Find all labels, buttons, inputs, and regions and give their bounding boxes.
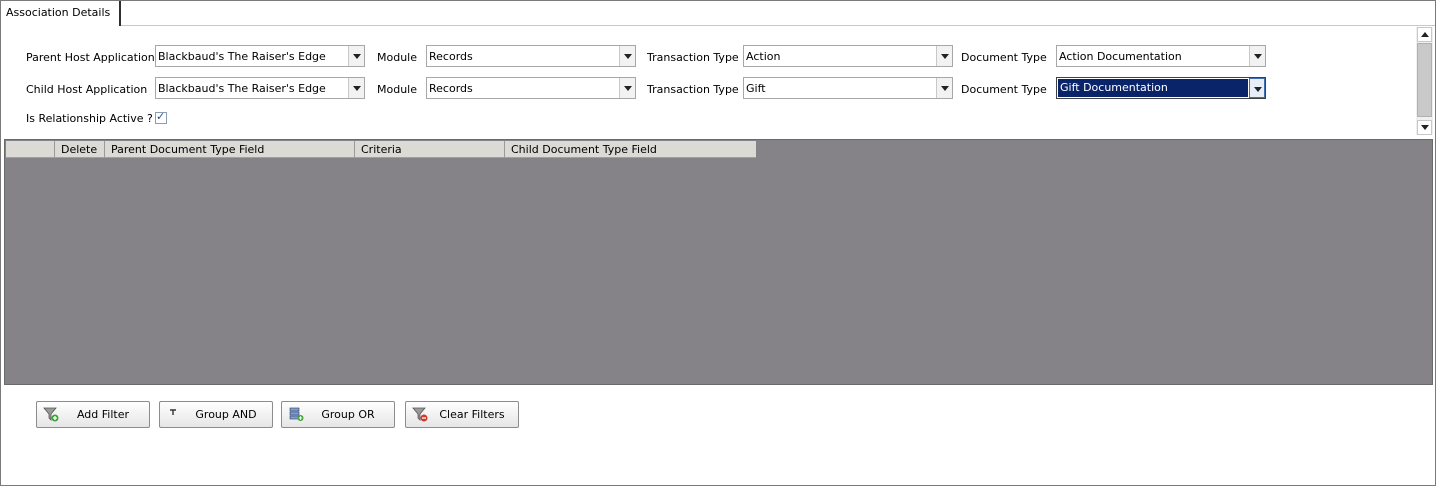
grid-header-parent-document-type-field[interactable]: Parent Document Type Field [105,141,355,158]
child-module-label: Module [377,83,417,96]
group-or-button[interactable]: Group OR [281,401,395,428]
form-vertical-scrollbar[interactable] [1416,27,1433,135]
grid-header-criteria[interactable]: Criteria [355,141,505,158]
relationship-active-checkbox[interactable]: ✓ [155,110,167,124]
scroll-up-icon[interactable] [1417,27,1432,42]
add-filter-button[interactable]: Add Filter [36,401,150,428]
group-or-icon [289,407,304,421]
filter-clear-icon [412,407,428,422]
grid-header: Delete Parent Document Type Field Criter… [6,141,756,158]
grid-header-selector [6,141,55,158]
tab-strip: Association Details [1,1,1435,27]
child-document-type-label: Document Type [961,83,1047,96]
chevron-down-icon[interactable] [348,78,364,98]
group-and-label: Group AND [195,408,257,421]
grid-header-delete[interactable]: Delete [55,141,105,158]
child-transaction-type-combo[interactable]: Gift [743,77,953,99]
tab-association-details[interactable]: Association Details [1,1,121,26]
group-or-label: Group OR [321,408,375,421]
association-details-window: Association Details Parent Host Applicat… [0,0,1436,486]
parent-transaction-type-combo[interactable]: Action [743,45,953,67]
chevron-down-icon[interactable] [1249,78,1265,98]
scrollbar-thumb[interactable] [1417,43,1432,117]
group-and-button[interactable]: Group AND [159,401,273,428]
chevron-down-icon[interactable] [936,46,952,66]
parent-module-label: Module [377,51,417,64]
chevron-down-icon[interactable] [348,46,364,66]
association-form: Parent Host Application Blackbaud's The … [1,27,1415,139]
filter-button-bar: Add Filter Group AND Group OR Clear Filt… [1,401,1435,431]
parent-document-type-combo[interactable]: Action Documentation [1056,45,1266,67]
add-filter-label: Add Filter [76,408,130,421]
child-transaction-type-value: Gift [746,82,766,95]
group-and-icon [170,409,176,415]
child-module-value: Records [429,82,473,95]
filter-criteria-grid[interactable]: Delete Parent Document Type Field Criter… [4,139,1433,385]
parent-host-application-combo[interactable]: Blackbaud's The Raiser's Edge [155,45,365,67]
chevron-down-icon[interactable] [619,78,635,98]
parent-transaction-type-value: Action [746,50,781,63]
scroll-down-icon[interactable] [1417,120,1432,135]
child-document-type-combo[interactable]: Gift Documentation [1056,77,1266,99]
parent-module-combo[interactable]: Records [426,45,636,67]
child-document-type-value: Gift Documentation [1058,79,1248,97]
tab-label: Association Details [6,6,111,19]
chevron-down-icon[interactable] [936,78,952,98]
child-module-combo[interactable]: Records [426,77,636,99]
clear-filters-button[interactable]: Clear Filters [405,401,519,428]
chevron-down-icon[interactable] [1249,46,1265,66]
grid-header-child-document-type-field[interactable]: Child Document Type Field [505,141,756,158]
child-host-application-combo[interactable]: Blackbaud's The Raiser's Edge [155,77,365,99]
parent-document-type-value: Action Documentation [1059,50,1182,63]
parent-module-value: Records [429,50,473,63]
child-host-application-value: Blackbaud's The Raiser's Edge [158,82,326,95]
parent-document-type-label: Document Type [961,51,1047,64]
filter-add-icon [43,407,59,422]
child-host-application-label: Child Host Application [26,83,148,96]
parent-host-application-value: Blackbaud's The Raiser's Edge [158,50,326,63]
parent-transaction-type-label: Transaction Type [647,51,739,64]
checkmark-icon: ✓ [156,110,166,123]
parent-host-application-label: Parent Host Application [26,51,155,64]
relationship-active-label: Is Relationship Active ? [26,112,153,125]
clear-filters-label: Clear Filters [439,408,505,421]
chevron-down-icon[interactable] [619,46,635,66]
child-transaction-type-label: Transaction Type [647,83,739,96]
